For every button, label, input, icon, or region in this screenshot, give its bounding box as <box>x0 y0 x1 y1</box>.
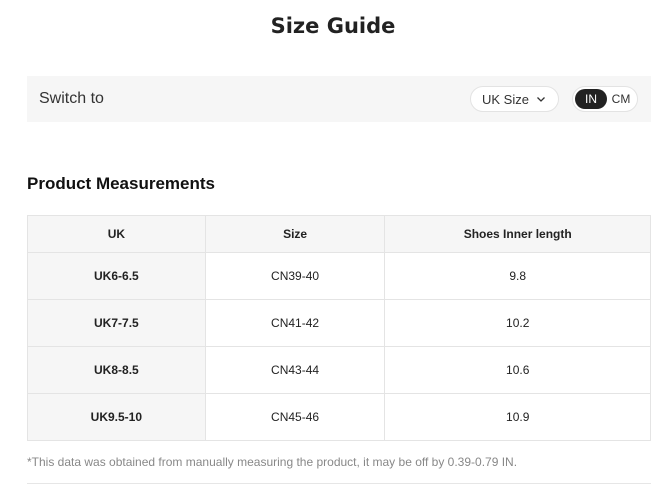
table-cell-size: CN43-44 <box>204 346 386 394</box>
table-cell-inner-length: 9.8 <box>384 252 651 300</box>
column-header-size: Size <box>204 215 386 253</box>
switch-label: Switch to <box>39 90 104 107</box>
unit-option-cm[interactable]: CM <box>607 89 635 109</box>
divider <box>27 483 651 484</box>
table-cell-uk: UK9.5-10 <box>27 393 206 441</box>
switch-bar: Switch to UK Size IN CM <box>27 76 651 122</box>
table-row: UK8-8.5 CN43-44 10.6 <box>27 346 651 394</box>
table-cell-size: CN39-40 <box>204 252 386 300</box>
table-row: UK7-7.5 CN41-42 10.2 <box>27 299 651 347</box>
unit-toggle: IN CM <box>572 86 638 112</box>
table-row: UK9.5-10 CN45-46 10.9 <box>27 393 651 441</box>
column-header-uk: UK <box>27 215 206 253</box>
table-row: UK6-6.5 CN39-40 9.8 <box>27 252 651 300</box>
size-system-dropdown[interactable]: UK Size <box>470 86 559 112</box>
table-cell-uk: UK8-8.5 <box>27 346 206 394</box>
unit-option-in[interactable]: IN <box>575 89 607 109</box>
table-cell-inner-length: 10.2 <box>384 299 651 347</box>
table-cell-uk: UK7-7.5 <box>27 299 206 347</box>
column-header-inner-length: Shoes Inner length <box>384 215 651 253</box>
chevron-down-icon <box>537 97 545 102</box>
table-cell-size: CN45-46 <box>204 393 386 441</box>
page-title: Size Guide <box>270 14 396 38</box>
measurement-disclaimer: *This data was obtained from manually me… <box>27 455 518 469</box>
table-cell-size: CN41-42 <box>204 299 386 347</box>
table-cell-uk: UK6-6.5 <box>27 252 206 300</box>
table-cell-inner-length: 10.6 <box>384 346 651 394</box>
table-cell-inner-length: 10.9 <box>384 393 651 441</box>
section-title: Product Measurements <box>27 174 215 193</box>
table-header-row: UK Size Shoes Inner length <box>27 215 651 253</box>
measurements-table: UK Size Shoes Inner length UK6-6.5 CN39-… <box>27 215 651 441</box>
size-system-value: UK Size <box>482 91 529 107</box>
